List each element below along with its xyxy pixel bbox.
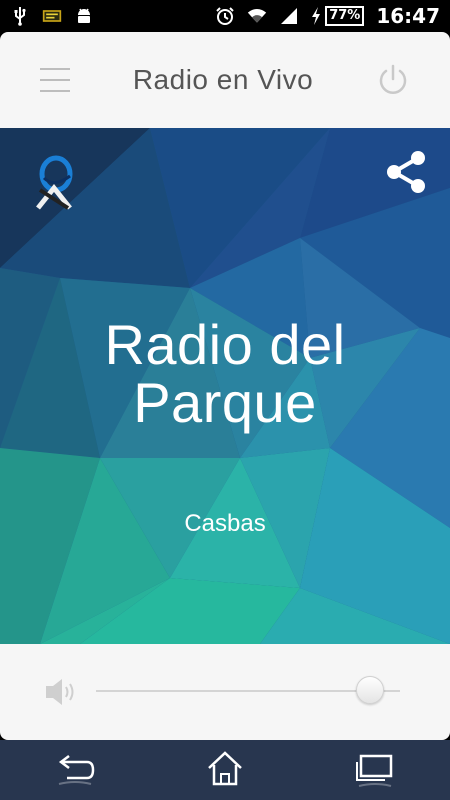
station-logo	[36, 155, 73, 210]
usb-icon	[10, 6, 30, 26]
system-nav-bar	[0, 740, 450, 800]
back-button[interactable]	[45, 740, 105, 800]
home-button[interactable]	[195, 740, 255, 800]
volume-slider-track[interactable]	[96, 690, 400, 692]
station-name-line1: Radio del	[104, 313, 346, 376]
station-name: Radio del Parque	[0, 316, 450, 432]
status-bar: 77% 16:47	[0, 0, 450, 32]
home-icon	[208, 751, 242, 786]
wifi-icon	[247, 6, 267, 26]
battery-percent: 77%	[325, 6, 365, 26]
speaker-icon	[46, 679, 74, 705]
station-city: Casbas	[184, 510, 266, 537]
volume-control	[0, 644, 450, 740]
share-icon[interactable]	[384, 150, 428, 194]
android-icon	[74, 6, 94, 26]
recent-apps-button[interactable]	[345, 740, 405, 800]
menu-icon[interactable]	[40, 68, 70, 92]
power-icon[interactable]	[376, 63, 410, 97]
status-left-icons	[10, 6, 94, 26]
charging-icon	[312, 7, 321, 25]
notification-app-icon	[42, 6, 62, 26]
station-hero: Radio del Parque Casbas	[0, 128, 450, 644]
page-title: Radio en Vivo	[132, 64, 314, 95]
recent-apps-icon	[356, 754, 393, 787]
app-header: Radio en Vivo	[0, 32, 450, 128]
clock: 16:47	[376, 4, 440, 28]
volume-slider-thumb[interactable]	[355, 676, 384, 704]
status-right-icons: 77% 16:47	[215, 4, 440, 28]
station-name-line2: Parque	[133, 371, 317, 434]
battery-indicator: 77%	[311, 6, 365, 26]
back-icon	[58, 755, 95, 785]
signal-icon	[279, 6, 299, 26]
alarm-icon	[215, 6, 235, 26]
